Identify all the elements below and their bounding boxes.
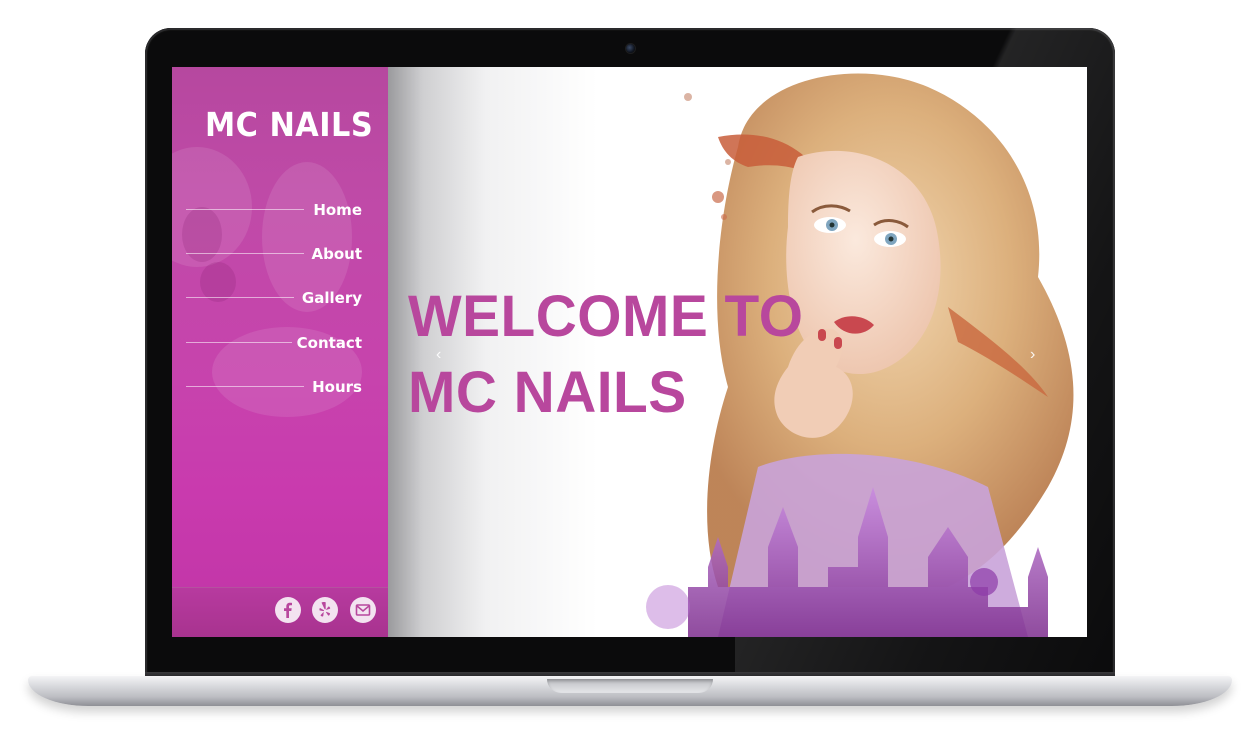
slider-prev-arrow[interactable]: ‹ [436, 347, 441, 363]
nav-item-label: Contact [296, 334, 362, 352]
hero-title-line-2: MC NAILS [408, 360, 687, 425]
nav-divider [186, 253, 304, 254]
nav-item-label: About [311, 245, 362, 263]
nav-item-home[interactable]: Home [186, 196, 362, 224]
nav-item-label: Gallery [301, 289, 362, 307]
facebook-icon [284, 602, 292, 618]
yelp-button[interactable] [312, 597, 338, 623]
nav-item-about[interactable]: About [186, 240, 362, 268]
nav-item-hours[interactable]: Hours [186, 373, 362, 401]
site-logo[interactable]: MC NAILS [205, 105, 373, 144]
nav-item-contact[interactable]: Contact [186, 329, 362, 357]
nav-divider [186, 386, 304, 387]
facebook-button[interactable] [275, 597, 301, 623]
slider-next-arrow[interactable]: › [1030, 347, 1035, 363]
nav-divider [186, 209, 304, 210]
laptop-mockup: MC NAILS Home About Gallery Contact Hour… [0, 0, 1260, 756]
nav-item-gallery[interactable]: Gallery [186, 284, 362, 312]
nav-item-label: Home [313, 201, 362, 219]
webcam [626, 44, 635, 53]
nav-divider [186, 297, 294, 298]
laptop-notch [547, 679, 713, 693]
website-screen: MC NAILS Home About Gallery Contact Hour… [172, 67, 1087, 637]
nav-divider [186, 342, 292, 343]
yelp-icon [319, 602, 331, 617]
hero-title-line-1: WELCOME TO [408, 284, 804, 349]
email-button[interactable] [350, 597, 376, 623]
sidebar: MC NAILS Home About Gallery Contact Hour… [172, 67, 388, 637]
hero-slider: WELCOME TO MC NAILS ‹ › [388, 67, 1087, 637]
hero-title: WELCOME TO MC NAILS [408, 279, 803, 431]
email-icon [355, 604, 371, 616]
nav-item-label: Hours [312, 378, 362, 396]
